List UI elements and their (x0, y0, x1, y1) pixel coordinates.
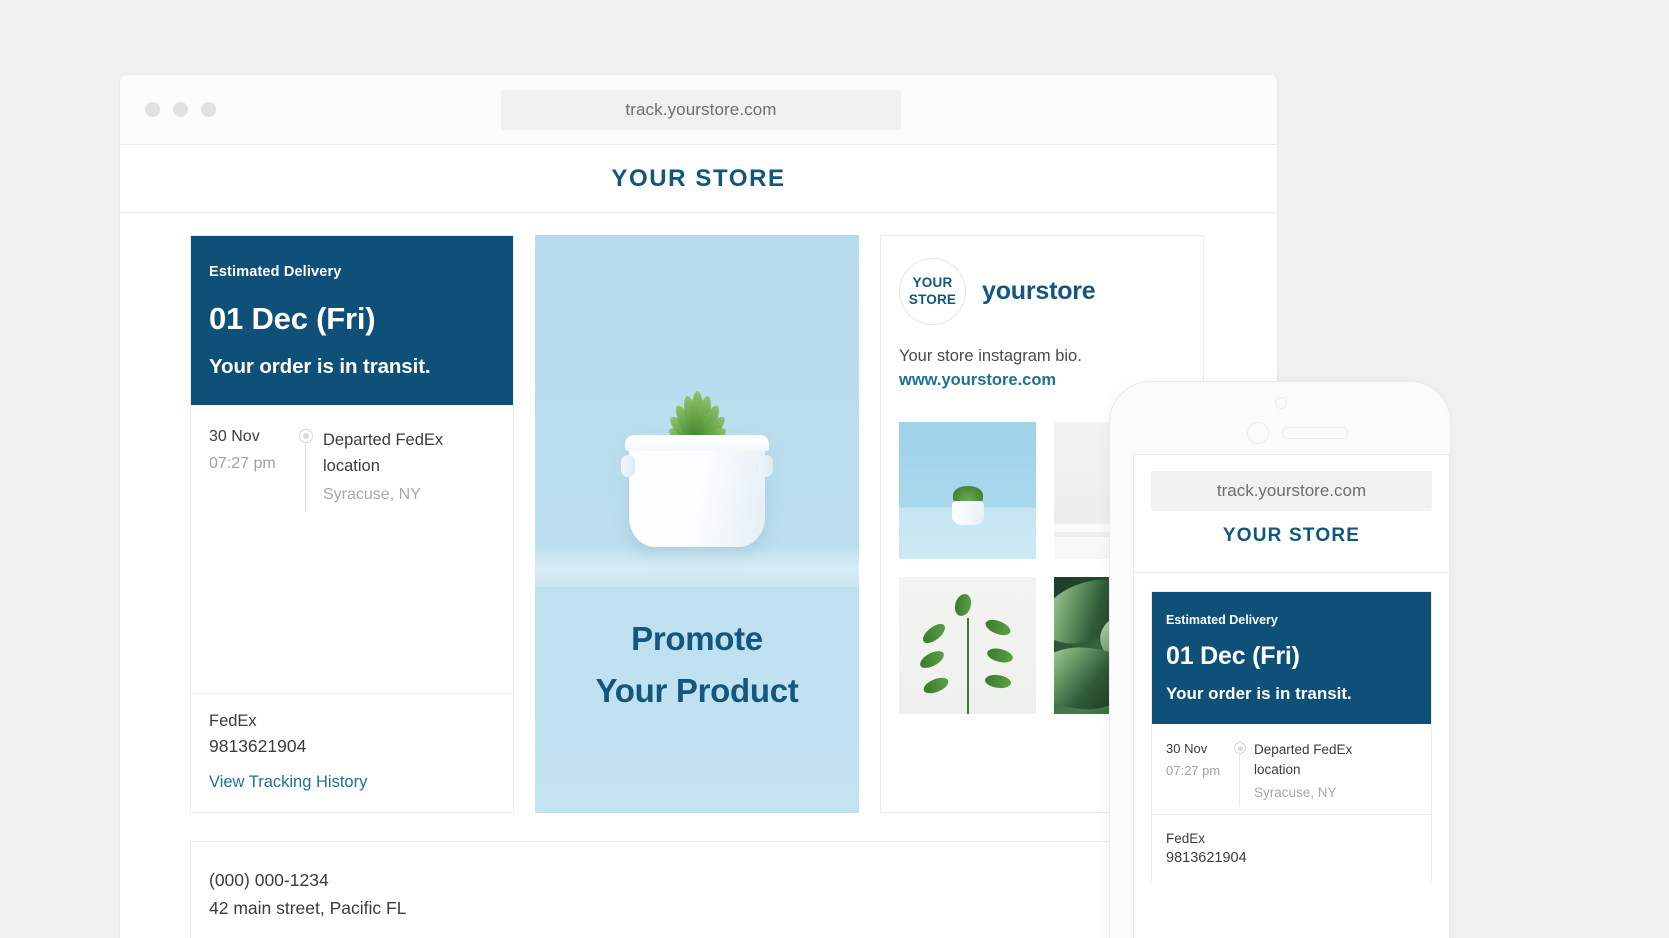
browser-window: track.yourstore.com YOUR STORE Estimated… (120, 75, 1277, 938)
phone-site-header: YOUR STORE (1134, 525, 1449, 573)
avatar: YOUR STORE (899, 258, 966, 325)
event-date: 30 Nov (209, 428, 260, 445)
tracking-event-row: 30 Nov 07:27 pm Departed FedEx location … (209, 427, 495, 512)
timeline-dot-icon (299, 429, 313, 443)
phone-order-status-text: Your order is in transit. (1166, 684, 1352, 703)
phone-address-bar-url: track.yourstore.com (1216, 481, 1367, 500)
contact-panel: (000) 000-1234 42 main street, Pacific F… (190, 841, 1207, 938)
event-body: Departed FedEx location Syracuse, NY (323, 427, 483, 504)
timeline-line (304, 444, 306, 512)
phone-tracking-number: 9813621904 (1166, 849, 1247, 866)
earpiece-speaker-icon (1282, 427, 1348, 439)
phone-sensors (1110, 382, 1450, 452)
phone-tracking-events-list: 30 Nov 07:27 pm Departed FedEx location … (1152, 724, 1431, 815)
phone-mockup: track.yourstore.com YOUR STORE Estimated… (1109, 381, 1451, 938)
event-location: Syracuse, NY (323, 485, 421, 503)
contact-phone: (000) 000-1234 (209, 870, 329, 890)
pot-lip (625, 435, 769, 451)
product-photo (535, 235, 859, 587)
maximize-window-icon[interactable] (201, 102, 216, 117)
phone-tracking-event-row: 30 Nov 07:27 pm Departed FedEx location … (1166, 740, 1417, 806)
tracking-hero: Estimated Delivery 01 Dec (Fri) Your ord… (191, 236, 513, 405)
phone-timeline-line (1238, 754, 1240, 806)
photo-surface-band (535, 545, 859, 587)
phone-estimated-delivery-date: 01 Dec (Fri) (1166, 642, 1300, 670)
tracking-number: 9813621904 (209, 736, 307, 756)
window-traffic-lights (145, 102, 216, 117)
phone-event-time: 07:27 pm (1166, 763, 1221, 778)
phone-store-brand-title: YOUR STORE (1222, 525, 1361, 546)
address-bar[interactable]: track.yourstore.com (501, 90, 901, 130)
phone-tracking-hero: Estimated Delivery 01 Dec (Fri) Your ord… (1152, 592, 1431, 724)
front-camera-icon (1275, 397, 1287, 409)
phone-tracking-footer: FedEx 9813621904 (1152, 815, 1431, 882)
close-window-icon[interactable] (145, 102, 160, 117)
address-bar-url: track.yourstore.com (625, 100, 777, 119)
proximity-sensor-icon (1247, 422, 1269, 444)
phone-event-title: Departed FedEx location (1254, 742, 1353, 778)
cards-row: Estimated Delivery 01 Dec (Fri) Your ord… (190, 235, 1207, 813)
page-body: Estimated Delivery 01 Dec (Fri) Your ord… (120, 213, 1277, 938)
promo-headline-line1: Promote (631, 620, 763, 657)
phone-estimated-delivery-label: Estimated Delivery (1166, 613, 1278, 627)
contact-address: 42 main street, Pacific FL (209, 898, 407, 919)
instagram-website-link[interactable]: www.yourstore.com (899, 371, 1056, 390)
screenshot-stage: track.yourstore.com YOUR STORE Estimated… (0, 0, 1669, 938)
instagram-photo-tile[interactable] (899, 577, 1036, 714)
promo-headline: Promote Your Product (535, 613, 859, 717)
order-status-text: Your order is in transit. (209, 355, 431, 378)
phone-carrier-name: FedEx (1166, 830, 1206, 846)
carrier-name: FedEx (209, 712, 257, 730)
instagram-photo-tile[interactable] (899, 422, 1036, 559)
avatar-line-1: YOUR (912, 275, 953, 291)
instagram-bio: Your store instagram bio. (899, 347, 1082, 365)
store-brand-title: YOUR STORE (611, 164, 786, 192)
browser-chrome: track.yourstore.com (120, 75, 1277, 145)
plant-stem (966, 618, 969, 714)
avatar-line-2: STORE (908, 291, 957, 307)
white-pot-graphic (621, 435, 773, 547)
tracking-footer: FedEx 9813621904 View Tracking History (191, 694, 513, 812)
timeline-marker (297, 427, 323, 512)
phone-event-date: 30 Nov (1166, 741, 1208, 756)
estimated-delivery-date: 01 Dec (Fri) (209, 301, 376, 336)
view-tracking-history-link[interactable]: View Tracking History (209, 773, 367, 791)
pot-icon (951, 501, 984, 525)
tracking-card: Estimated Delivery 01 Dec (Fri) Your ord… (190, 235, 514, 813)
instagram-header: YOUR STORE yourstore (899, 258, 1185, 325)
site-header: YOUR STORE (120, 145, 1277, 213)
phone-address-bar[interactable]: track.yourstore.com (1151, 471, 1432, 511)
phone-tracking-card: Estimated Delivery 01 Dec (Fri) Your ord… (1151, 591, 1432, 882)
promo-card[interactable]: Promote Your Product (535, 235, 859, 813)
phone-timeline-marker (1232, 740, 1254, 806)
promo-headline-line2: Your Product (595, 672, 799, 710)
tracking-events-list: 30 Nov 07:27 pm Departed FedEx location … (191, 405, 513, 694)
phone-event-location: Syracuse, NY (1254, 784, 1337, 800)
estimated-delivery-label: Estimated Delivery (209, 264, 342, 280)
phone-event-body: Departed FedEx location Syracuse, NY (1254, 740, 1394, 800)
instagram-handle: yourstore (982, 277, 1096, 305)
event-time: 07:27 pm (209, 455, 276, 472)
phone-screen: track.yourstore.com YOUR STORE Estimated… (1133, 454, 1450, 938)
minimize-window-icon[interactable] (173, 102, 188, 117)
event-timestamp: 30 Nov 07:27 pm (209, 427, 297, 504)
phone-event-timestamp: 30 Nov 07:27 pm (1166, 740, 1232, 800)
event-title: Departed FedEx location (323, 431, 444, 476)
phone-timeline-dot-icon (1234, 742, 1246, 754)
